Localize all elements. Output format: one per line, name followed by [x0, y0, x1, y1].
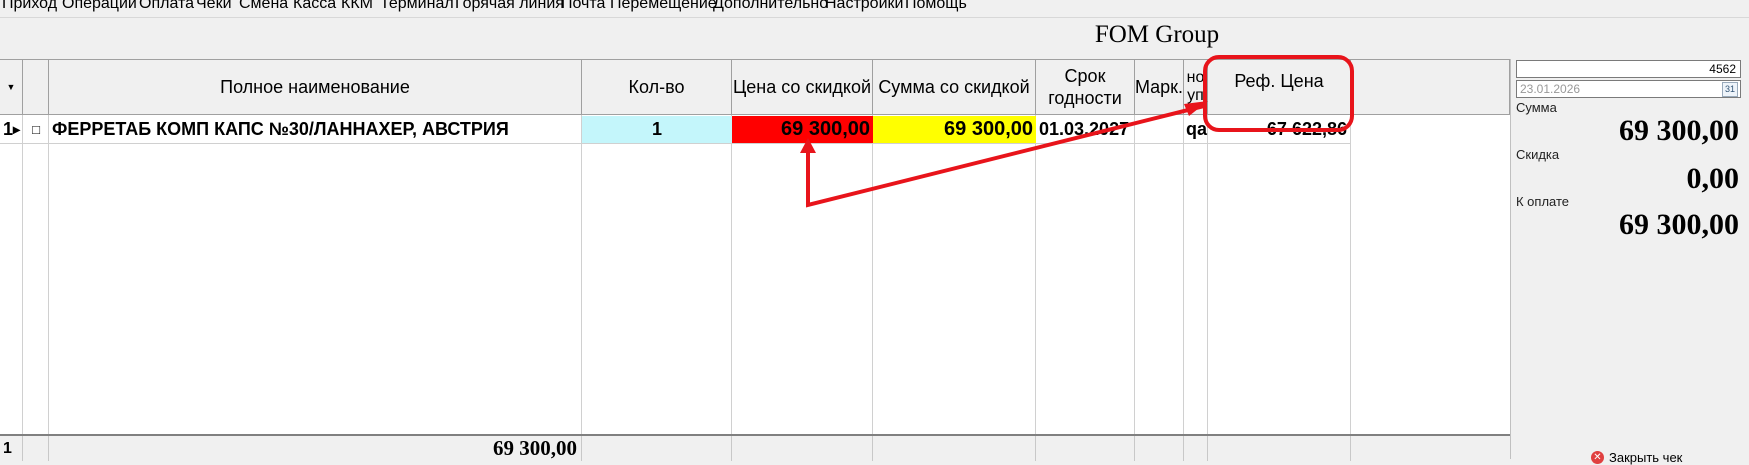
annotation-overlay	[800, 55, 1354, 208]
annotation-arrow-line	[806, 104, 1205, 208]
annotation-arrowhead-up	[800, 138, 816, 153]
annotation-highlight-box	[1203, 55, 1354, 132]
